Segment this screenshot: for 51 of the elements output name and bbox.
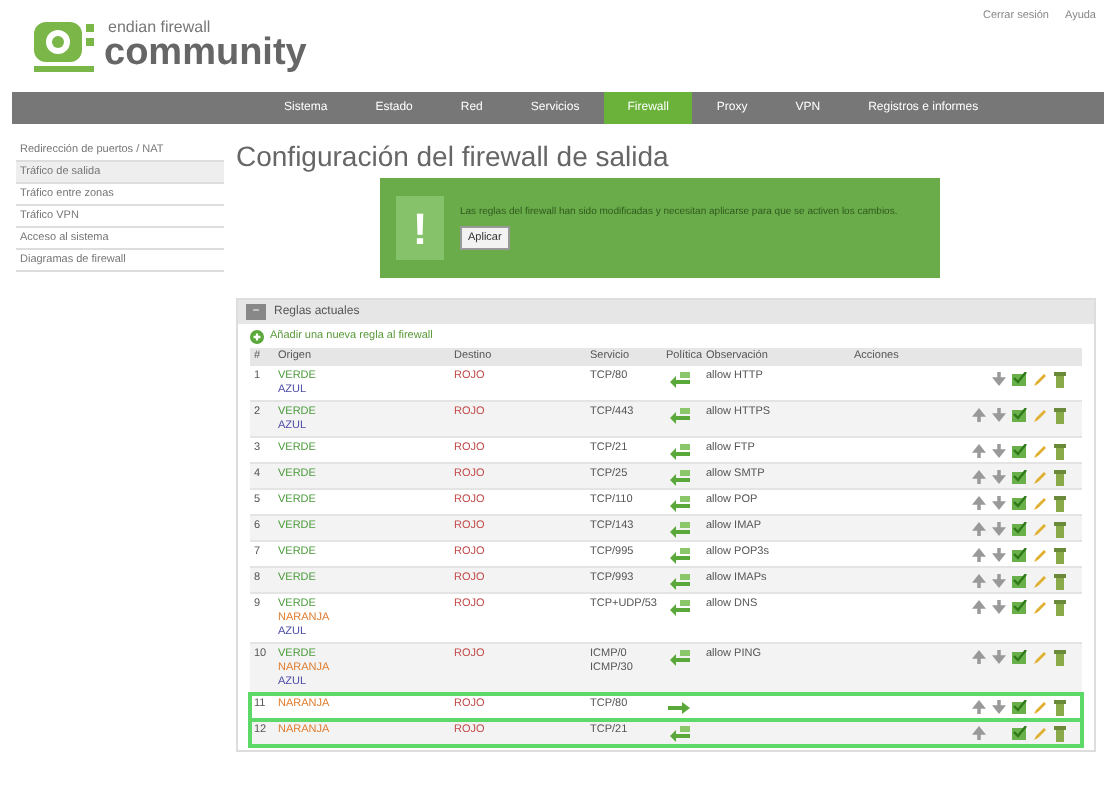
- check-icon[interactable]: [1012, 469, 1028, 483]
- allow-icon: [668, 649, 692, 665]
- trash-icon[interactable]: [1054, 495, 1066, 511]
- arrow-right-icon: [668, 699, 692, 715]
- allow-icon: [668, 573, 692, 589]
- move-down-icon[interactable]: [992, 649, 1006, 663]
- allow-icon: [668, 521, 692, 537]
- check-icon[interactable]: [1012, 573, 1028, 587]
- page-title: Configuración del firewall de salida: [236, 140, 671, 172]
- trash-icon[interactable]: [1054, 443, 1066, 459]
- trash-icon[interactable]: [1054, 573, 1066, 589]
- trash-icon[interactable]: [1054, 371, 1066, 387]
- check-icon[interactable]: [1012, 599, 1028, 613]
- warning-icon: !: [396, 196, 444, 260]
- trash-icon[interactable]: [1054, 649, 1066, 665]
- logo-wordmark: community: [104, 36, 307, 72]
- move-down-icon[interactable]: [992, 699, 1006, 713]
- move-up-icon[interactable]: [972, 407, 986, 421]
- allow-icon: [668, 407, 692, 423]
- trash-icon[interactable]: [1054, 725, 1066, 741]
- trash-icon[interactable]: [1054, 521, 1066, 537]
- check-icon[interactable]: [1012, 521, 1028, 535]
- allow-icon: [668, 495, 692, 511]
- check-icon[interactable]: [1012, 725, 1028, 739]
- allow-icon: [668, 725, 692, 741]
- allow-icon: [668, 547, 692, 563]
- add-icon: [250, 329, 264, 343]
- move-down-icon[interactable]: [992, 407, 1006, 421]
- trash-icon[interactable]: [1054, 547, 1066, 563]
- check-icon[interactable]: [1012, 443, 1028, 457]
- allow-icon: [668, 599, 692, 615]
- logo-icon: [32, 20, 96, 76]
- pencil-icon[interactable]: [1034, 407, 1048, 421]
- check-icon[interactable]: [1012, 495, 1028, 509]
- pencil-icon[interactable]: [1034, 649, 1048, 663]
- trash-icon[interactable]: [1054, 699, 1066, 715]
- move-up-icon[interactable]: [972, 649, 986, 663]
- pencil-icon[interactable]: [1034, 371, 1048, 385]
- trash-icon[interactable]: [1054, 469, 1066, 485]
- check-icon[interactable]: [1012, 649, 1028, 663]
- allow-icon: [668, 371, 692, 387]
- move-down-icon[interactable]: [992, 371, 1006, 385]
- check-icon[interactable]: [1012, 699, 1028, 713]
- check-icon[interactable]: [1012, 407, 1028, 421]
- logo-tagline: endian firewall: [106, 20, 213, 36]
- allow-icon: [668, 469, 692, 485]
- trash-icon[interactable]: [1054, 599, 1066, 615]
- check-icon[interactable]: [1012, 371, 1028, 385]
- check-icon[interactable]: [1012, 547, 1028, 561]
- trash-icon[interactable]: [1054, 407, 1066, 423]
- allow-icon: [668, 443, 692, 459]
